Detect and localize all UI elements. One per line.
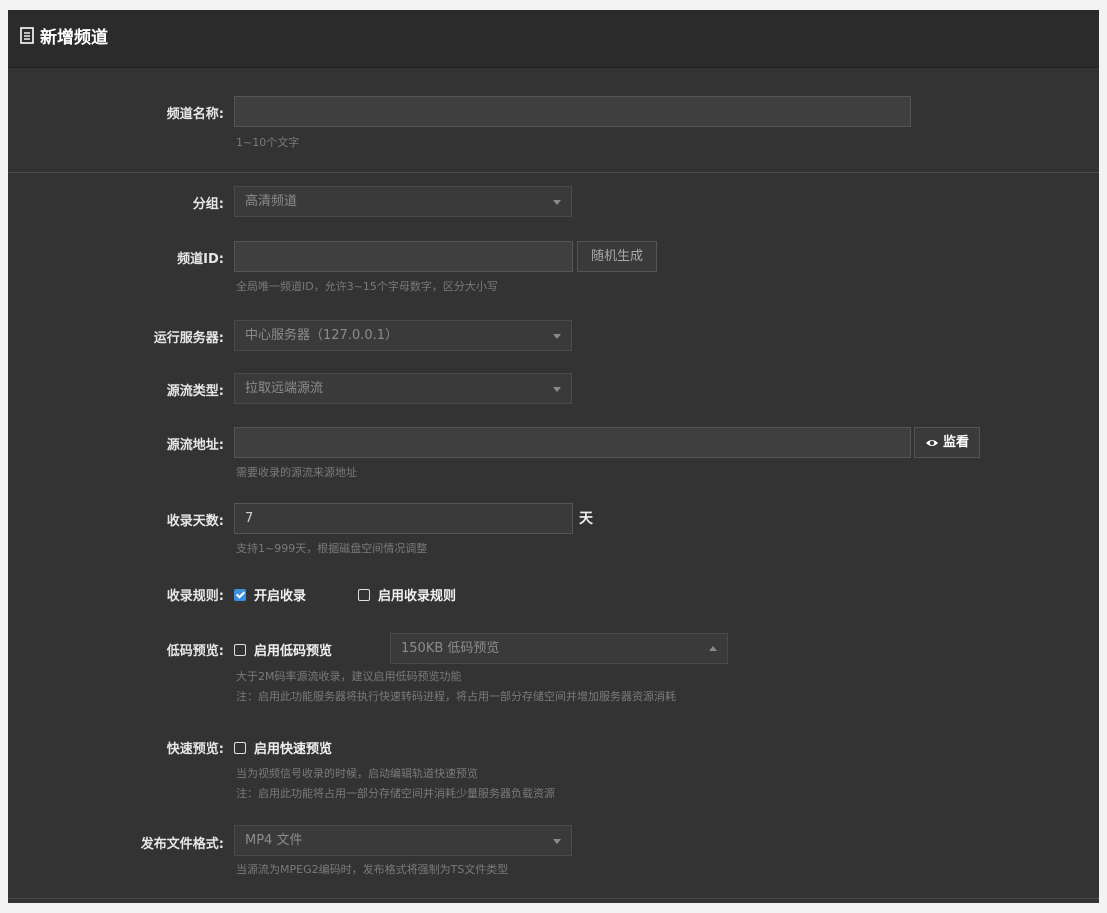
enable-rules-checkbox[interactable]: 启用收录规则 xyxy=(358,585,456,604)
checkbox-checked-icon xyxy=(234,588,246,601)
server-select-value: 中心服务器（127.0.0.1） xyxy=(245,328,399,343)
low-preview-hint-1: 大于2M码率源流收录，建议启用低码预览功能 xyxy=(236,670,462,683)
server-select[interactable]: 中心服务器（127.0.0.1） xyxy=(234,320,572,351)
channel-id-hint: 全局唯一频道ID，允许3~15个字母数字，区分大小写 xyxy=(236,280,498,293)
page-title: 新增频道 xyxy=(20,23,108,48)
chevron-down-icon xyxy=(553,839,561,844)
checkbox-unchecked-icon xyxy=(234,643,246,656)
source-type-select[interactable]: 拉取远端源流 xyxy=(234,373,572,404)
record-days-hint: 支持1~999天，根据磁盘空间情况调整 xyxy=(236,542,428,555)
checkbox-unchecked-icon xyxy=(234,741,246,754)
source-type-label: 源流类型: xyxy=(166,384,224,399)
source-url-hint: 需要收录的源流来源地址 xyxy=(236,466,357,479)
low-preview-select[interactable]: 150KB 低码预览 xyxy=(390,633,728,664)
fast-preview-text: 启用快速预览 xyxy=(254,742,333,757)
channel-id-input[interactable] xyxy=(234,241,573,272)
low-preview-hint-2: 注：启用此功能服务器将执行快速转码进程，将占用一部分存储空间并增加服务器资源消耗 xyxy=(236,690,676,703)
checkbox-unchecked-icon xyxy=(358,588,370,601)
record-days-unit: 天 xyxy=(579,511,593,527)
low-preview-text: 启用低码预览 xyxy=(254,644,333,659)
chevron-down-icon xyxy=(553,200,561,205)
group-select-value: 高清频道 xyxy=(245,194,298,209)
enable-rules-text: 启用收录规则 xyxy=(378,589,457,604)
server-label: 运行服务器: xyxy=(153,331,224,346)
channel-name-hint: 1~10个文字 xyxy=(236,136,300,149)
panel-header: 新增频道 xyxy=(8,10,1099,68)
section-divider xyxy=(8,172,1099,173)
source-type-select-value: 拉取远端源流 xyxy=(245,381,324,396)
record-days-input[interactable]: 7 xyxy=(234,503,573,534)
chevron-up-icon xyxy=(709,646,717,651)
fast-preview-checkbox[interactable]: 启用快速预览 xyxy=(234,738,332,757)
watch-button-label: 监看 xyxy=(942,435,969,450)
channel-name-input[interactable] xyxy=(234,96,911,127)
enable-record-text: 开启收录 xyxy=(254,589,307,604)
chevron-down-icon xyxy=(553,334,561,339)
eye-icon xyxy=(925,439,938,446)
fast-preview-hint-1: 当为视频信号收录的时候，启动编辑轨道快速预览 xyxy=(236,767,478,780)
publish-format-label: 发布文件格式: xyxy=(140,837,224,852)
add-channel-panel: 新增频道 频道名称: 1~10个文字 分组: 高清频道 频道ID: 随机生成 全… xyxy=(8,10,1099,903)
low-preview-label: 低码预览: xyxy=(166,644,224,659)
low-preview-select-value: 150KB 低码预览 xyxy=(401,641,500,656)
watch-button[interactable]: 监看 xyxy=(914,427,980,458)
source-url-label: 源流地址: xyxy=(166,438,224,453)
channel-id-label: 频道ID: xyxy=(177,252,224,267)
source-url-input[interactable] xyxy=(234,427,911,458)
group-select[interactable]: 高清频道 xyxy=(234,186,572,217)
low-preview-checkbox[interactable]: 启用低码预览 xyxy=(234,640,332,659)
record-rules-label: 收录规则: xyxy=(166,589,224,604)
channel-name-label: 频道名称: xyxy=(166,107,224,122)
group-label: 分组: xyxy=(192,197,224,212)
document-icon xyxy=(20,27,34,44)
record-days-label: 收录天数: xyxy=(166,514,224,529)
publish-format-hint: 当源流为MPEG2编码时，发布格式将强制为TS文件类型 xyxy=(236,863,509,876)
fast-preview-label: 快速预览: xyxy=(166,742,224,757)
enable-record-checkbox[interactable]: 开启收录 xyxy=(234,585,306,604)
fast-preview-hint-2: 注：启用此功能将占用一部分存储空间并消耗少量服务器负载资源 xyxy=(236,787,555,800)
publish-format-select[interactable]: MP4 文件 xyxy=(234,825,572,856)
bottom-divider xyxy=(8,898,1099,899)
publish-format-select-value: MP4 文件 xyxy=(245,833,303,848)
random-generate-button[interactable]: 随机生成 xyxy=(577,241,657,272)
chevron-down-icon xyxy=(553,387,561,392)
page-title-text: 新增频道 xyxy=(40,28,108,48)
